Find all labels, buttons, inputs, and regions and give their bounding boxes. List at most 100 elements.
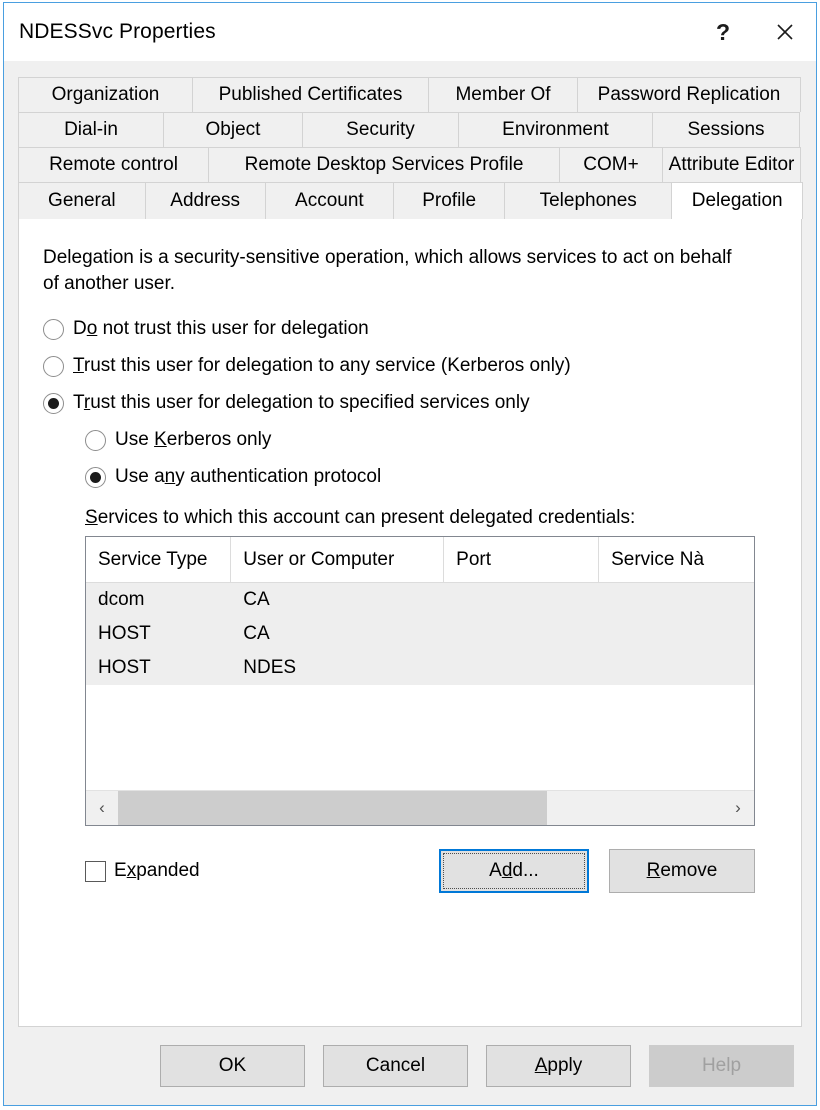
tab-general[interactable]: General xyxy=(18,182,146,219)
services-list-rows: dcom CA HOST CA HOST NDES xyxy=(86,583,754,686)
radio-circle-icon[interactable] xyxy=(85,466,106,488)
table-row[interactable]: dcom CA xyxy=(86,583,754,617)
remove-button[interactable]: Remove xyxy=(609,849,755,894)
horizontal-scrollbar[interactable]: ‹ › xyxy=(86,790,754,826)
help-button-label: Help xyxy=(701,1055,742,1076)
delegation-description: Delegation is a security-sensitive opera… xyxy=(43,247,732,294)
services-list-body: dcom CA HOST CA HOST NDES xyxy=(86,583,754,791)
tab-strip: Organization Published Certificates Member… xyxy=(4,61,816,219)
apply-button[interactable]: Apply xyxy=(486,1045,631,1087)
column-header[interactable]: Service Type xyxy=(86,537,232,583)
tab-attribute-editor[interactable]: Attribute Editor xyxy=(662,147,801,182)
services-list-label: Services to which this account can prese… xyxy=(85,507,636,529)
dialog-footer: OK Cancel Apply Help xyxy=(4,1027,816,1105)
tab-label: Sessions xyxy=(687,119,765,140)
add-button[interactable]: Add... xyxy=(439,849,589,894)
tab-com[interactable]: COM+ xyxy=(559,147,663,182)
tab-row-3: Remote control Remote Desktop Services Pr… xyxy=(18,147,802,182)
tab-label: General xyxy=(48,190,116,211)
tab-remote-desktop-services-profile[interactable]: Remote Desktop Services Profile xyxy=(208,147,560,182)
table-cell: dcom xyxy=(98,589,145,611)
radio-trust-specified-services[interactable]: Trust this user for delegation to specif… xyxy=(43,392,777,414)
tab-organization[interactable]: Organization xyxy=(18,77,193,112)
tab-label: Remote Desktop Services Profile xyxy=(244,154,524,175)
tab-label: Delegation xyxy=(691,190,783,211)
tab-published-certificates[interactable]: Published Certificates xyxy=(192,77,429,112)
column-header[interactable]: User or Computer xyxy=(231,537,445,583)
tab-password-replication[interactable]: Password Replication xyxy=(577,77,801,112)
scroll-right-icon[interactable]: › xyxy=(722,791,754,826)
tab-label: Attribute Editor xyxy=(668,154,795,175)
radio-use-any-auth-protocol[interactable]: Use any authentication protocol xyxy=(85,466,777,488)
tab-label: Environment xyxy=(502,119,609,140)
tab-label: Address xyxy=(170,190,240,211)
radio-circle-icon[interactable] xyxy=(43,318,64,340)
tab-label: Organization xyxy=(51,84,160,105)
cancel-button-label: Cancel xyxy=(365,1055,426,1076)
checkbox-box-icon[interactable] xyxy=(85,860,106,882)
tab-label: Account xyxy=(295,190,364,211)
tab-row-1: Organization Published Certificates Member… xyxy=(18,77,802,112)
help-icon-button[interactable]: ? xyxy=(692,3,754,61)
tab-dial-in[interactable]: Dial-in xyxy=(18,112,164,147)
list-actions-row: Expanded Add... Remove xyxy=(85,848,755,894)
table-cell: HOST xyxy=(98,623,151,645)
table-cell: NDES xyxy=(243,657,297,679)
radio-label: Do not trust this user for delegation xyxy=(73,318,369,340)
radio-circle-icon[interactable] xyxy=(43,355,64,377)
services-list-header: Service Type User or Computer Port Service … xyxy=(86,537,754,584)
tab-label: Dial-in xyxy=(64,119,118,140)
column-header[interactable]: Port xyxy=(444,537,600,583)
tab-label: Remote control xyxy=(49,154,178,175)
close-icon-button[interactable] xyxy=(754,3,816,61)
tab-remote-control[interactable]: Remote control xyxy=(18,147,209,182)
tab-label: Published Certificates xyxy=(218,84,403,105)
tab-object[interactable]: Object xyxy=(163,112,303,147)
tab-delegation[interactable]: Delegation xyxy=(671,182,804,219)
radio-use-kerberos-only[interactable]: Use Kerberos only xyxy=(85,429,777,451)
remove-button-label: Remove xyxy=(646,860,718,882)
ok-button[interactable]: OK xyxy=(160,1045,305,1087)
tab-label: COM+ xyxy=(583,154,639,175)
radio-label: Use any authentication protocol xyxy=(115,466,382,488)
apply-button-label: Apply xyxy=(534,1055,583,1076)
radio-label: Trust this user for delegation to any se… xyxy=(73,355,571,377)
tab-security[interactable]: Security xyxy=(302,112,459,147)
add-button-label: Add... xyxy=(489,860,539,882)
ok-button-label: OK xyxy=(218,1055,247,1076)
tab-row-4: General Address Account Profile Telephones De… xyxy=(18,182,804,219)
expanded-checkbox[interactable]: Expanded xyxy=(85,860,200,882)
tab-label: Member Of xyxy=(455,84,551,105)
radio-circle-icon[interactable] xyxy=(43,392,64,414)
tab-member-of[interactable]: Member Of xyxy=(428,77,578,112)
cancel-button[interactable]: Cancel xyxy=(323,1045,468,1087)
tab-label: Password Replication xyxy=(597,84,781,105)
tab-label: Security xyxy=(346,119,415,140)
services-list-view[interactable]: Service Type User or Computer Port Service … xyxy=(85,536,755,827)
tab-label: Profile xyxy=(422,190,477,211)
delegation-radio-group: Do not trust this user for delegation Tru… xyxy=(43,318,777,414)
radio-trust-any-service[interactable]: Trust this user for delegation to any se… xyxy=(43,355,777,377)
tab-environment[interactable]: Environment xyxy=(458,112,653,147)
tab-sessions[interactable]: Sessions xyxy=(652,112,800,147)
table-row[interactable]: HOST CA xyxy=(86,617,754,651)
title-bar-buttons: ? xyxy=(692,3,816,61)
radio-no-trust[interactable]: Do not trust this user for delegation xyxy=(43,318,777,340)
radio-circle-icon[interactable] xyxy=(85,429,106,451)
properties-dialog: NDESSvc Properties ? Organization Publish… xyxy=(3,2,817,1106)
radio-label: Use Kerberos only xyxy=(115,429,272,451)
column-header[interactable]: Service Nà xyxy=(599,537,754,582)
scroll-left-icon[interactable]: ‹ xyxy=(86,791,118,826)
table-row[interactable]: HOST NDES xyxy=(86,651,754,685)
tab-telephones[interactable]: Telephones xyxy=(504,182,673,219)
tab-label: Telephones xyxy=(539,190,637,211)
tab-profile[interactable]: Profile xyxy=(393,182,506,219)
tab-address[interactable]: Address xyxy=(144,182,266,219)
scrollbar-track[interactable] xyxy=(118,791,722,826)
help-button: Help xyxy=(649,1045,794,1087)
delegation-tab-panel: Delegation is a security-sensitive opera… xyxy=(18,218,802,1027)
tab-account[interactable]: Account xyxy=(264,182,395,219)
tab-label: Object xyxy=(205,119,261,140)
scrollbar-thumb[interactable] xyxy=(118,791,547,826)
dialog-title: NDESSvc Properties xyxy=(19,20,216,43)
